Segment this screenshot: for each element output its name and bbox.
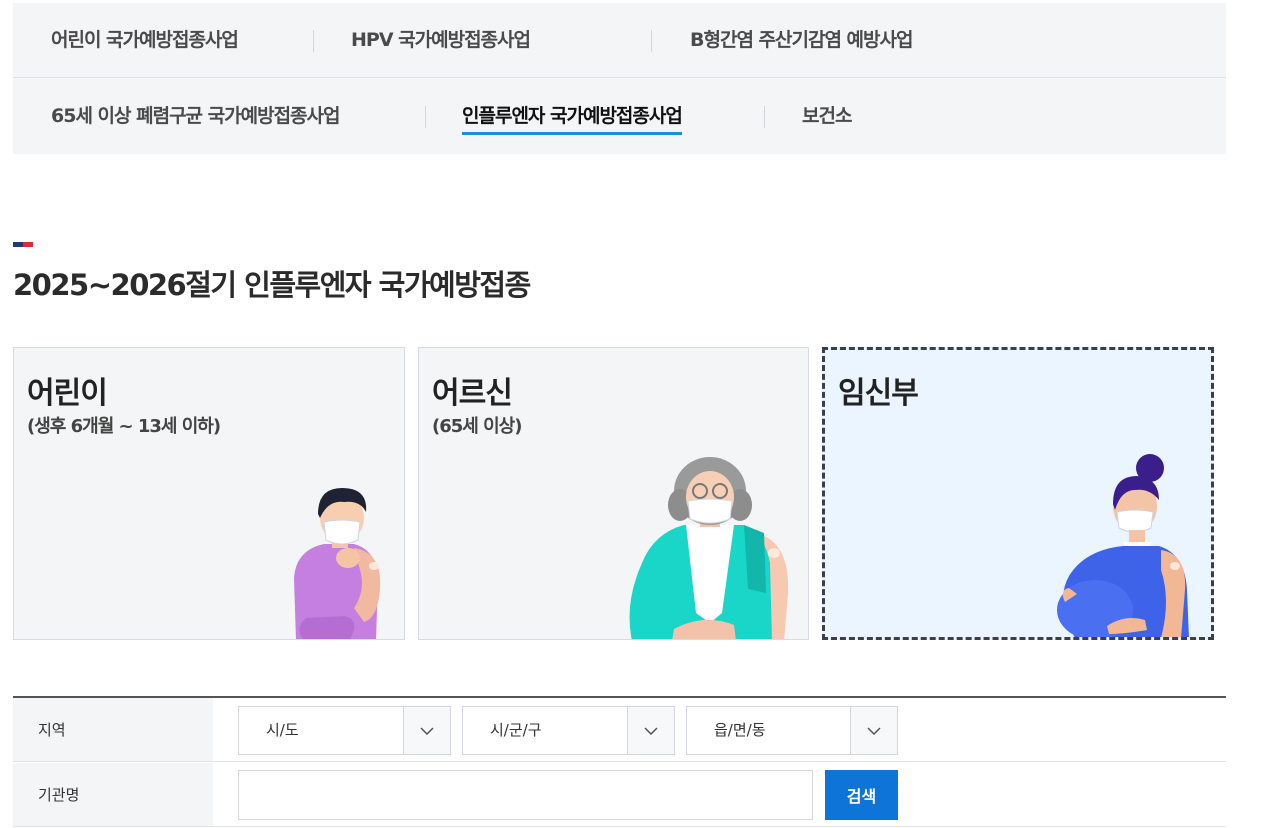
elderly-vaccination-illustration — [629, 457, 789, 639]
card-title: 어르신 — [432, 376, 513, 411]
title-accent-mark — [13, 242, 33, 247]
card-elderly[interactable]: 어르신 (65세 이상) — [418, 347, 809, 640]
nav-active-label: 인플루엔자 국가예방접종사업 — [462, 105, 683, 135]
nav-divider — [651, 30, 652, 52]
city-select[interactable]: 시/군/구 — [462, 706, 675, 755]
select-value: 시/도 — [266, 721, 299, 739]
chevron-down-icon — [627, 707, 674, 754]
child-vaccination-illustration — [294, 488, 381, 639]
nav-row-1: 어린이 국가예방접종사업 HPV 국가예방접종사업 B형간염 주산기감염 예방사… — [13, 3, 1226, 78]
nav-hpv-vaccination[interactable]: HPV 국가예방접종사업 — [351, 3, 531, 78]
nav-row-2: 65세 이상 폐렴구균 국가예방접종사업 인플루엔자 국가예방접종사업 보건소 — [13, 79, 1226, 154]
chevron-down-icon — [403, 707, 450, 754]
card-title: 어린이 — [27, 376, 108, 411]
town-select[interactable]: 읍/면/동 — [686, 706, 898, 755]
nav-divider — [764, 106, 765, 128]
card-subtitle: (65세 이상) — [432, 416, 522, 437]
card-child[interactable]: 어린이 (생후 6개월 ~ 13세 이하) — [13, 347, 405, 640]
org-name-label: 기관명 — [13, 763, 213, 826]
card-title: 임신부 — [838, 376, 919, 411]
select-value: 시/군/구 — [490, 721, 542, 739]
region-row: 지역 시/도 시/군/구 읍/면/동 — [13, 698, 1226, 762]
nav-health-center[interactable]: 보건소 — [802, 79, 852, 154]
search-button[interactable]: 검색 — [825, 770, 898, 820]
nav-child-vaccination[interactable]: 어린이 국가예방접종사업 — [51, 3, 239, 78]
nav-influenza-vaccination[interactable]: 인플루엔자 국가예방접종사업 — [462, 79, 683, 154]
org-search-form: 지역 시/도 시/군/구 읍/면/동 기관명 검색 — [13, 696, 1226, 827]
pregnant-vaccination-illustration — [1057, 454, 1189, 637]
chevron-down-icon — [850, 707, 897, 754]
org-name-row: 기관명 검색 — [13, 763, 1226, 827]
page-title: 2025~2026절기 인플루엔자 국가예방접종 — [13, 268, 531, 302]
program-nav: 어린이 국가예방접종사업 HPV 국가예방접종사업 B형간염 주산기감염 예방사… — [13, 3, 1226, 154]
nav-divider — [313, 30, 314, 52]
nav-hepatitis-b-prevention[interactable]: B형간염 주산기감염 예방사업 — [690, 3, 913, 78]
nav-pneumococcal-vaccination[interactable]: 65세 이상 폐렴구균 국가예방접종사업 — [51, 79, 340, 154]
nav-divider — [425, 106, 426, 128]
card-subtitle: (생후 6개월 ~ 13세 이하) — [27, 416, 221, 437]
org-name-input[interactable] — [238, 770, 813, 820]
province-select[interactable]: 시/도 — [238, 706, 451, 755]
region-label: 지역 — [13, 698, 213, 761]
card-pregnant[interactable]: 임신부 — [822, 347, 1214, 640]
select-value: 읍/면/동 — [714, 721, 766, 739]
